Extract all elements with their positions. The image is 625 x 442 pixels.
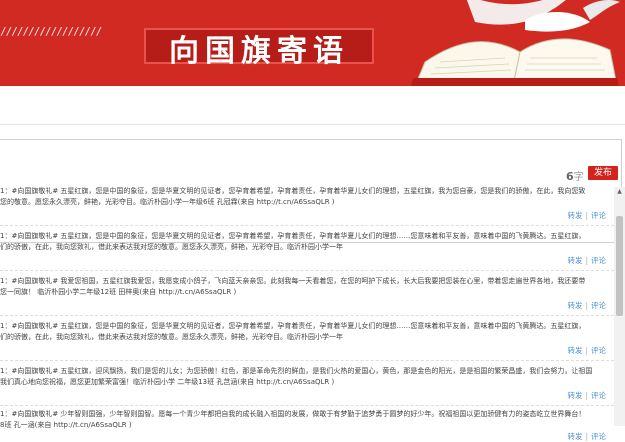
char-count-unit: 字 [573, 172, 584, 183]
char-count: 6字 [566, 168, 584, 183]
scrollbar-thumb[interactable] [616, 216, 623, 316]
feed-item: 1：#向国旗敬礼# 五星红旗，您是中国的象征，您是华夏文明的见证者，您孕育着希望… [0, 231, 614, 265]
char-count-number: 6 [566, 170, 574, 183]
feed-actions: 转发 | 评论 [567, 346, 606, 355]
comment-link[interactable]: 评论 [591, 211, 606, 220]
banner-stripes: ////////////////// [0, 25, 102, 38]
feed-text-line: 您的敬意。愿您永久漂亮，鲜艳，光彩夺目。临沂朴园小学一年级6班 孔冠霖(来自 h… [0, 197, 335, 206]
feed-text: 1：#向国旗敬礼# 少年智则国强，少年智则国智。愿每一个青少年都把自我的成长融入… [0, 409, 614, 430]
comment-link[interactable]: 评论 [591, 256, 606, 265]
comment-link[interactable]: 评论 [591, 391, 606, 400]
page-body: 6字 发布 1：#向国旗敬礼# 五星红旗，您是中国的象征，您是华夏文明的见证者，… [0, 86, 625, 441]
feed-actions: 转发 | 评论 [567, 301, 606, 310]
feed-text-line: 8班 孔一涵(来自 http://t.cn/A6SsaQLR ) [0, 420, 132, 429]
feed-divider [0, 405, 614, 406]
comment-link[interactable]: 评论 [591, 301, 606, 310]
page-title: 向国旗寄语 [169, 34, 349, 69]
feed-text-line: 1：#向国旗敬礼# 五星红旗，您是中国的象征，您是华夏文明的见证者，您孕育着希望… [0, 322, 586, 330]
share-link[interactable]: 转发 [567, 211, 582, 220]
feed-text-line: 我们真心地向您祝福，愿您更加繁荣富强！临沂朴园小学 二年级13班 孔芑涵(来自 … [0, 377, 335, 386]
feed-actions: 转发 | 评论 [567, 256, 606, 265]
feed-text-line: 们的骄傲，在此，我向您致礼，借此来表达我对您的敬意。愿您永久漂亮，鲜艳，光彩夺目… [0, 242, 343, 251]
share-link[interactable]: 转发 [567, 301, 582, 310]
feed-item: 1：#向国旗敬礼# 五星红旗，您是中国的象征，您是华夏文明的见证者，您孕育着希望… [0, 321, 614, 355]
feed-text-line: 您一同旗！ 临沂朴园小学二年级12班 田梓奥(来自 http://t.cn/A6… [0, 287, 237, 296]
feed-item: 1：#向国旗敬礼# 五星红旗，迎风飘扬，我们是您的儿女；为您骄傲！红色，那是革命… [0, 366, 614, 400]
book-dove-illustration [411, 0, 620, 86]
scroll-up-icon[interactable]: ▲ [614, 187, 625, 197]
comment-link[interactable]: 评论 [591, 346, 606, 355]
dove-tail [583, 0, 620, 20]
share-link[interactable]: 转发 [567, 256, 582, 265]
feed-actions: 转发 | 评论 [567, 211, 606, 220]
feed-text: 1：#向国旗敬礼# 五星红旗，迎风飘扬，我们是您的儿女；为您骄傲！红色，那是革命… [0, 366, 614, 387]
top-divider [0, 124, 625, 125]
feed-divider [0, 225, 614, 226]
book-cover [411, 78, 619, 86]
feed-divider [0, 360, 614, 361]
feed-text-line: 1：#向国旗敬礼# 我爱您祖国，五星红旗我爱您，我愿变成小鸽子，飞向蓝天亲亲您。… [0, 277, 586, 285]
feed-text-line: 1：#向国旗敬礼# 五星红旗，您是中国的象征，您是华夏文明的见证者，您孕育着希望… [0, 232, 586, 240]
banner-title-box: 向国旗寄语 [144, 22, 374, 70]
share-link[interactable]: 转发 [567, 346, 582, 355]
feed-item: 1：#向国旗敬礼# 我爱您祖国，五星红旗我爱您，我愿变成小鸽子，飞向蓝天亲亲您。… [0, 276, 614, 310]
feed-divider [0, 270, 614, 271]
feed-text: 1：#向国旗敬礼# 我爱您祖国，五星红旗我爱您，我愿变成小鸽子，飞向蓝天亲亲您。… [0, 276, 614, 297]
feed-actions: 转发 | 评论 [567, 432, 606, 441]
feed-divider [0, 315, 614, 316]
feed-text-line: 1：#向国旗敬礼# 少年智则国强，少年智则国智。愿每一个青少年都把自我的成长融入… [0, 410, 586, 418]
post-button[interactable]: 发布 [588, 166, 618, 180]
share-link[interactable]: 转发 [567, 432, 582, 441]
feed-item: 1：#向国旗敬礼# 五星红旗，您是中国的象征，您是华夏文明的见证者，您孕育着希望… [0, 186, 614, 220]
feed-text-line: 1：#向国旗敬礼# 五星红旗，迎风飘扬，我们是您的儿女；为您骄傲！红色，那是革命… [0, 367, 593, 375]
feed-text-line: 1：#向国旗敬礼# 五星红旗，您是中国的象征，您是华夏文明的见证者，您孕育着希望… [0, 187, 586, 195]
feed-text: 1：#向国旗敬礼# 五星红旗，您是中国的象征，您是华夏文明的见证者，您孕育着希望… [0, 321, 614, 342]
feed-text: 1：#向国旗敬礼# 五星红旗，您是中国的象征，您是华夏文明的见证者，您孕育着希望… [0, 186, 614, 207]
feed-item: 1：#向国旗敬礼# 少年智则国强，少年智则国智。愿每一个青少年都把自我的成长融入… [0, 409, 614, 441]
header-banner: ////////////////// 向国旗寄语 [0, 0, 625, 86]
comment-link[interactable]: 评论 [591, 432, 606, 441]
feed-text-line: 们的骄傲，在此，我向您致礼，借此来表达我对您的敬意。愿您永久漂亮，鲜艳，光彩夺目… [0, 332, 343, 341]
feed-text: 1：#向国旗敬礼# 五星红旗，您是中国的象征，您是华夏文明的见证者，您孕育着希望… [0, 231, 614, 252]
share-link[interactable]: 转发 [567, 391, 582, 400]
feed-actions: 转发 | 评论 [567, 391, 606, 400]
